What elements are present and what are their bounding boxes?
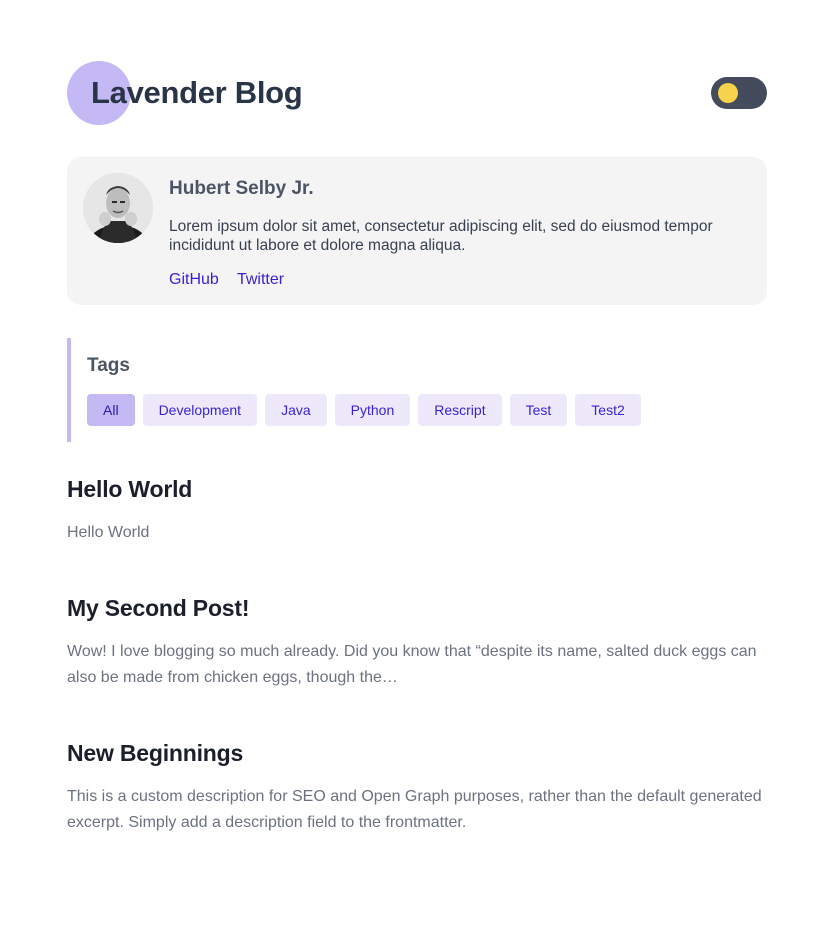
avatar-portrait-icon (83, 173, 153, 243)
post-excerpt: Wow! I love blogging so much already. Di… (67, 643, 757, 686)
tag-rescript[interactable]: Rescript (418, 394, 502, 426)
sun-icon (718, 83, 738, 103)
tag-test2[interactable]: Test2 (575, 394, 641, 426)
post-title-link[interactable]: Hello World (67, 476, 767, 503)
author-bio: Lorem ipsum dolor sit amet, consectetur … (169, 218, 713, 254)
tag-all[interactable]: All (87, 394, 135, 426)
site-header: Lavender Blog (67, 61, 767, 125)
post-title-link[interactable]: New Beginnings (67, 740, 767, 767)
twitter-link[interactable]: Twitter (237, 271, 284, 288)
site-title-link[interactable]: Lavender Blog (91, 75, 303, 111)
page: Lavender Blog Hubert Selby Jr. Lorem ips… (0, 0, 840, 932)
post-excerpt: Hello World (67, 524, 150, 541)
author-name: Hubert Selby Jr. (169, 178, 314, 199)
tag-test[interactable]: Test (509, 394, 568, 426)
post-excerpt: This is a custom description for SEO and… (67, 788, 762, 831)
github-link[interactable]: GitHub (169, 271, 219, 288)
tag-python[interactable]: Python (334, 394, 411, 426)
post-title-link[interactable]: My Second Post! (67, 595, 767, 622)
post-item: Hello World Hello World (67, 476, 767, 546)
tag-java[interactable]: Java (265, 394, 327, 426)
post-item: New Beginnings This is a custom descript… (67, 740, 767, 836)
tag-development[interactable]: Development (142, 394, 258, 426)
author-links: GitHub Twitter (169, 271, 298, 289)
theme-toggle[interactable] (711, 77, 767, 109)
tags-section: Tags All Development Java Python Rescrip… (67, 338, 767, 442)
author-avatar (83, 173, 153, 243)
tags-list: All Development Java Python Rescript Tes… (87, 394, 641, 426)
author-card: Hubert Selby Jr. Lorem ipsum dolor sit a… (67, 157, 767, 305)
tags-heading: Tags (87, 355, 130, 376)
post-item: My Second Post! Wow! I love blogging so … (67, 595, 767, 691)
